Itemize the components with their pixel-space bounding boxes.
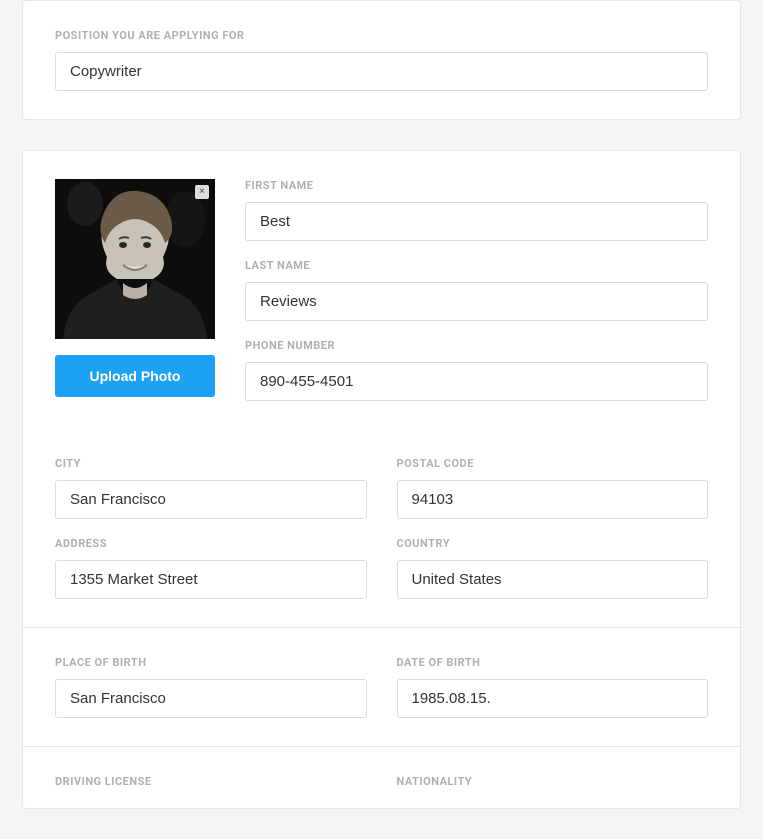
date-of-birth-label: DATE OF BIRTH [397, 656, 709, 669]
position-field: POSITION YOU ARE APPLYING FOR [55, 29, 708, 91]
city-input[interactable] [55, 480, 367, 519]
last-name-input[interactable] [245, 282, 708, 321]
city-label: CITY [55, 457, 367, 470]
position-card: POSITION YOU ARE APPLYING FOR [22, 0, 741, 120]
place-of-birth-label: PLACE OF BIRTH [55, 656, 367, 669]
first-name-label: FIRST NAME [245, 179, 708, 192]
last-name-label: LAST NAME [245, 259, 708, 272]
nationality-label: NATIONALITY [397, 775, 709, 788]
postal-input[interactable] [397, 480, 709, 519]
address-section: CITY ADDRESS POSTAL CODE COUNTRY [23, 429, 740, 627]
country-input[interactable] [397, 560, 709, 599]
phone-field: PHONE NUMBER [245, 339, 708, 401]
driving-license-label: DRIVING LICENSE [55, 775, 367, 788]
date-of-birth-input[interactable] [397, 679, 709, 718]
profile-photo [55, 179, 215, 339]
position-input[interactable] [55, 52, 708, 91]
main-card: × Upload Photo FIRST NAME LAST NAME PHON… [22, 150, 741, 809]
photo-column: × Upload Photo [55, 179, 215, 401]
city-field: CITY [55, 457, 367, 519]
address-input[interactable] [55, 560, 367, 599]
place-of-birth-input[interactable] [55, 679, 367, 718]
last-name-field: LAST NAME [245, 259, 708, 321]
first-name-field: FIRST NAME [245, 179, 708, 241]
country-label: COUNTRY [397, 537, 709, 550]
position-label: POSITION YOU ARE APPLYING FOR [55, 29, 708, 42]
extra-section: DRIVING LICENSE NATIONALITY [23, 746, 740, 808]
photo-section: × Upload Photo FIRST NAME LAST NAME PHON… [23, 151, 740, 429]
address-field: ADDRESS [55, 537, 367, 599]
place-of-birth-field: PLACE OF BIRTH [55, 656, 367, 718]
birth-section: PLACE OF BIRTH DATE OF BIRTH [23, 627, 740, 746]
personal-fields: FIRST NAME LAST NAME PHONE NUMBER [245, 179, 708, 401]
phone-label: PHONE NUMBER [245, 339, 708, 352]
country-field: COUNTRY [397, 537, 709, 599]
first-name-input[interactable] [245, 202, 708, 241]
date-of-birth-field: DATE OF BIRTH [397, 656, 709, 718]
phone-input[interactable] [245, 362, 708, 401]
address-label: ADDRESS [55, 537, 367, 550]
photo-wrap: × [55, 179, 215, 339]
close-icon[interactable]: × [195, 185, 209, 199]
postal-label: POSTAL CODE [397, 457, 709, 470]
postal-field: POSTAL CODE [397, 457, 709, 519]
upload-photo-button[interactable]: Upload Photo [55, 355, 215, 397]
